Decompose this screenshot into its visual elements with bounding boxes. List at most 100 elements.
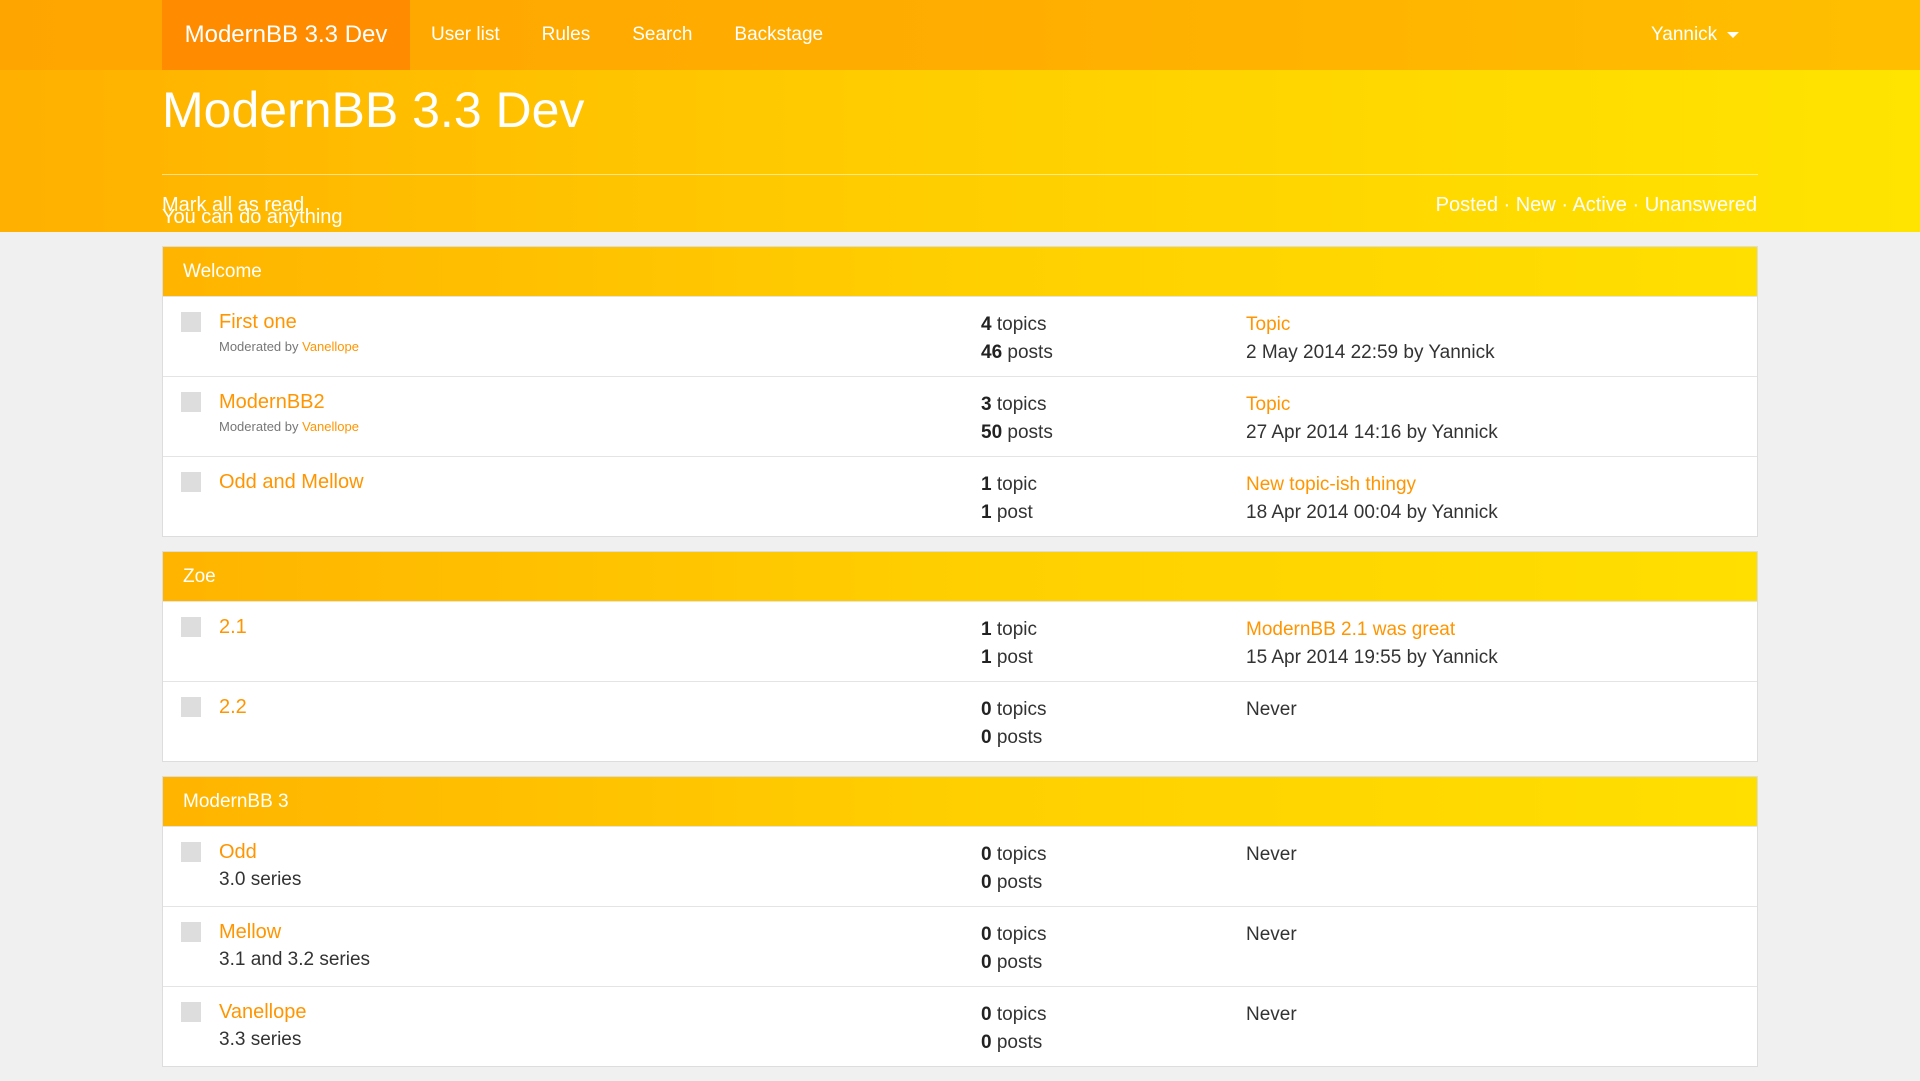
forum-link[interactable]: Vanellope — [219, 1001, 306, 1024]
topic-count: 3 — [981, 394, 992, 415]
forum-status-icon — [181, 1002, 201, 1022]
mark-all-read-link[interactable]: Mark all as read — [162, 194, 304, 217]
category-zoe: Zoe 2.1 1 topic 1 post ModernBB 2.1 was … — [162, 551, 1758, 762]
last-topic-link[interactable]: ModernBB 2.1 was great — [1246, 619, 1455, 640]
forum-status-icon — [181, 842, 201, 862]
topic-count: 0 — [981, 699, 992, 720]
forum-link[interactable]: First one — [219, 311, 297, 334]
topic-count: 0 — [981, 924, 992, 945]
forum-description: 3.1 and 3.2 series — [219, 949, 371, 970]
forum-status-icon — [181, 922, 201, 942]
post-count-label: posts — [996, 872, 1043, 893]
last-post: Topic 27 Apr 2014 14:16 by Yannick — [1246, 391, 1498, 447]
last-post-info: Never — [1246, 844, 1297, 865]
last-post-info: Never — [1246, 924, 1297, 945]
forum-link[interactable]: 2.2 — [219, 696, 247, 719]
filter-separator: · — [1632, 194, 1640, 216]
filter-posted[interactable]: Posted — [1436, 194, 1498, 216]
topic-count: 0 — [981, 1004, 992, 1025]
forum-row: Odd and Mellow 1 topic 1 post New topic-… — [163, 456, 1757, 536]
forum-stats: 0 topics 0 posts — [981, 696, 1047, 752]
post-count: 0 — [981, 1032, 992, 1053]
forum-description: 3.3 series — [219, 1029, 302, 1050]
forum-link[interactable]: Odd — [219, 841, 257, 864]
last-post-info: Never — [1246, 699, 1297, 720]
topic-count-label: topic — [996, 474, 1037, 495]
post-count-label: posts — [996, 727, 1043, 748]
last-topic-link[interactable]: Topic — [1246, 314, 1290, 335]
last-post: Topic 2 May 2014 22:59 by Yannick — [1246, 311, 1495, 367]
topic-filters: Posted · New · Active · Unanswered — [1436, 194, 1757, 217]
forum-row: Vanellope 3.3 series 0 topics 0 posts Ne… — [163, 986, 1757, 1066]
forum-link[interactable]: 2.1 — [219, 616, 247, 639]
forum-row: Odd 3.0 series 0 topics 0 posts Never — [163, 826, 1757, 906]
forum-row: ModernBB2 Moderated by Vanellope 3 topic… — [163, 376, 1757, 456]
filter-new[interactable]: New — [1516, 194, 1556, 216]
topic-count: 0 — [981, 844, 992, 865]
last-post-info: 2 May 2014 22:59 by Yannick — [1246, 342, 1495, 363]
last-topic-link[interactable]: Topic — [1246, 394, 1290, 415]
forum-moderators: Moderated by Vanellope — [219, 339, 359, 354]
topic-count: 1 — [981, 474, 992, 495]
moderator-link[interactable]: Vanellope — [302, 339, 359, 354]
last-post: Never — [1246, 921, 1297, 949]
post-count: 46 — [981, 342, 1003, 363]
brand-link[interactable]: ModernBB 3.3 Dev — [162, 0, 410, 70]
moderated-by-label: Moderated by — [219, 339, 299, 354]
post-count-label: post — [996, 502, 1033, 523]
forum-status-icon — [181, 697, 201, 717]
forum-row: 2.1 1 topic 1 post ModernBB 2.1 was grea… — [163, 601, 1757, 681]
last-post: New topic-ish thingy 18 Apr 2014 00:04 b… — [1246, 471, 1498, 527]
forum-description: 3.0 series — [219, 869, 302, 890]
forum-stats: 0 topics 0 posts — [981, 1001, 1047, 1057]
forum-status-icon — [181, 312, 201, 332]
post-count: 1 — [981, 647, 992, 668]
board-header: ModernBB 3.3 Dev You can do anything Mar… — [0, 70, 1920, 232]
last-post-info: Never — [1246, 1004, 1297, 1025]
topic-count-label: topics — [996, 924, 1047, 945]
last-topic-link[interactable]: New topic-ish thingy — [1246, 474, 1416, 495]
forum-status-icon — [181, 617, 201, 637]
nav-search[interactable]: Search — [611, 0, 713, 70]
nav-user-list[interactable]: User list — [410, 0, 521, 70]
forum-link[interactable]: Odd and Mellow — [219, 471, 364, 494]
filter-separator: · — [1503, 194, 1511, 216]
topic-count-label: topics — [996, 1004, 1047, 1025]
forum-status-icon — [181, 392, 201, 412]
filter-unanswered[interactable]: Unanswered — [1645, 194, 1757, 216]
post-count-label: posts — [996, 1032, 1043, 1053]
last-post: Never — [1246, 841, 1297, 869]
nav-rules[interactable]: Rules — [521, 0, 612, 70]
last-post-info: 27 Apr 2014 14:16 by Yannick — [1246, 422, 1498, 443]
forum-row: 2.2 0 topics 0 posts Never — [163, 681, 1757, 761]
header-divider — [162, 174, 1758, 175]
forum-index: Welcome First one Moderated by Vanellope… — [162, 246, 1758, 1081]
forum-status-icon — [181, 472, 201, 492]
last-post: Never — [1246, 1001, 1297, 1029]
forum-stats: 3 topics 50 posts — [981, 391, 1053, 447]
user-name: Yannick — [1651, 24, 1718, 45]
forum-link[interactable]: Mellow — [219, 921, 281, 944]
main-nav: User list Rules Search Backstage — [410, 0, 844, 70]
topic-count: 4 — [981, 314, 992, 335]
caret-down-icon — [1727, 32, 1740, 38]
topic-count-label: topics — [996, 844, 1047, 865]
user-menu[interactable]: Yannick — [1651, 0, 1740, 70]
nav-backstage[interactable]: Backstage — [713, 0, 844, 70]
forum-stats: 1 topic 1 post — [981, 471, 1037, 527]
moderator-link[interactable]: Vanellope — [302, 419, 359, 434]
filter-active[interactable]: Active — [1572, 194, 1626, 216]
topic-count-label: topic — [996, 619, 1037, 640]
post-count-label: posts — [996, 952, 1043, 973]
top-navbar: ModernBB 3.3 Dev User list Rules Search … — [0, 0, 1920, 70]
post-count-label: post — [996, 647, 1033, 668]
forum-link[interactable]: ModernBB2 — [219, 391, 325, 414]
post-count-label: posts — [1007, 342, 1053, 363]
forum-row: First one Moderated by Vanellope 4 topic… — [163, 296, 1757, 376]
filter-separator: · — [1561, 194, 1568, 216]
post-count: 50 — [981, 422, 1003, 443]
category-welcome: Welcome First one Moderated by Vanellope… — [162, 246, 1758, 537]
topic-count-label: topics — [996, 699, 1047, 720]
category-modernbb-3: ModernBB 3 Odd 3.0 series 0 topics 0 pos… — [162, 776, 1758, 1067]
post-count: 0 — [981, 727, 992, 748]
